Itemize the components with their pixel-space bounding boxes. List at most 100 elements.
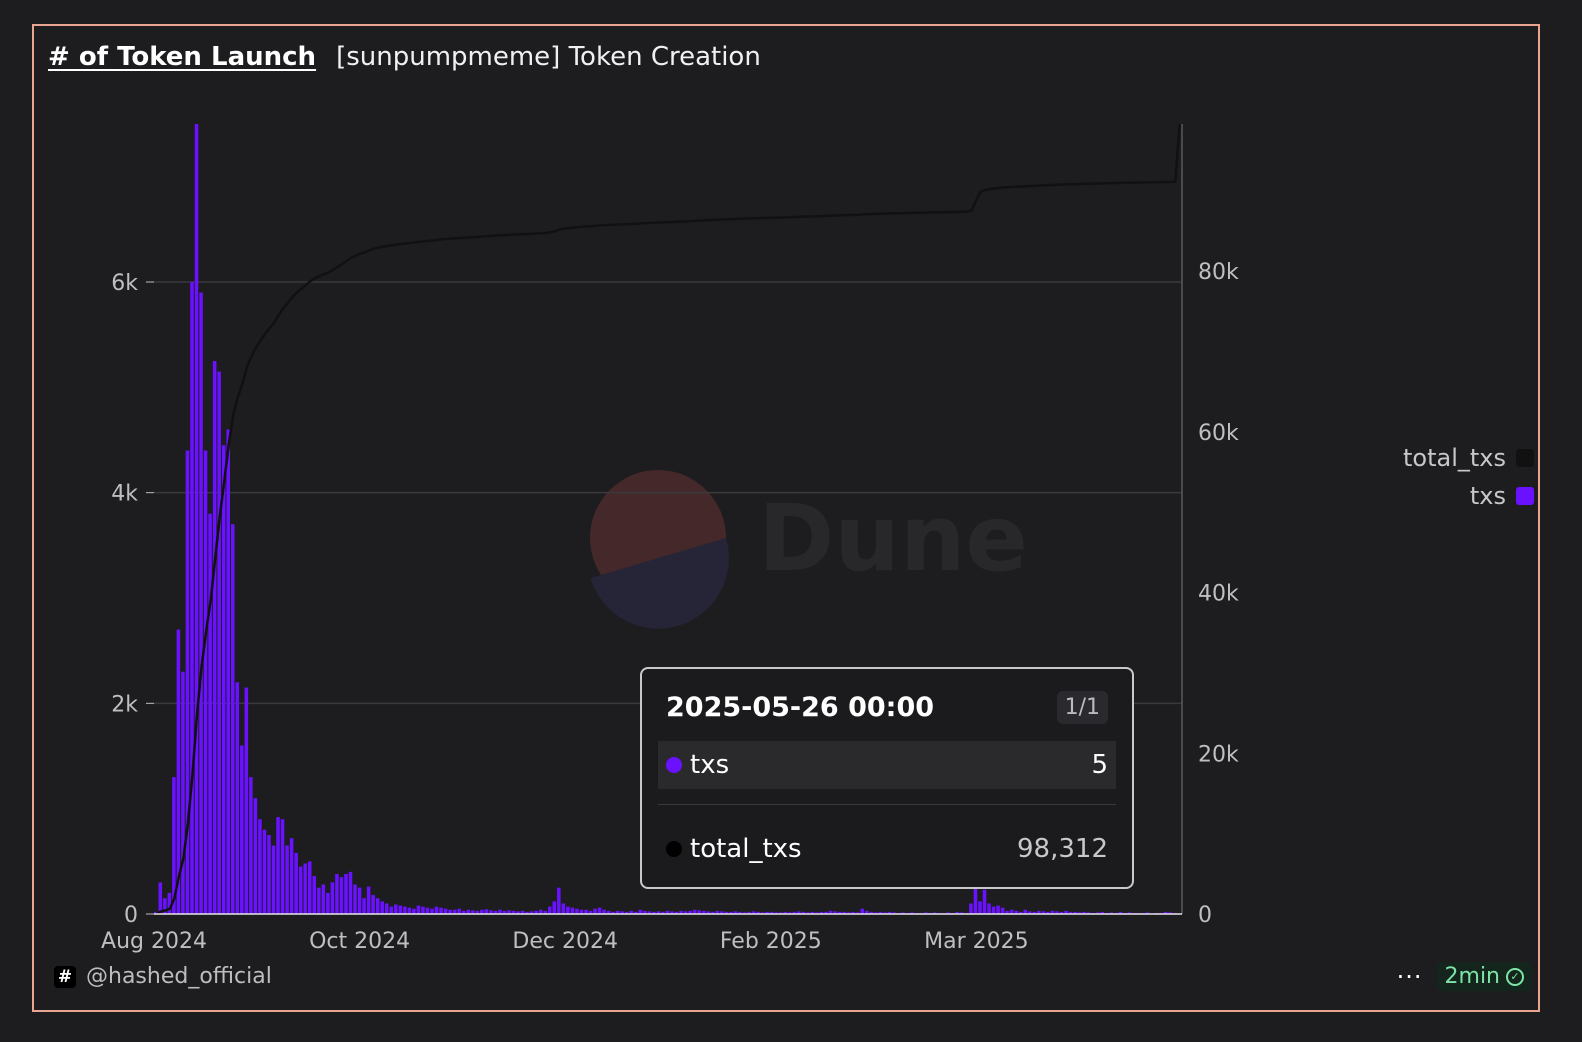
y-right-tick-label: 20k (1198, 742, 1239, 767)
txs-bar (240, 745, 244, 914)
txs-bar (561, 903, 566, 914)
txs-bar (181, 671, 185, 914)
verified-check-icon: ✓ (1506, 967, 1524, 986)
y-right-tick-label: 80k (1198, 260, 1239, 285)
txs-bar (973, 887, 978, 914)
tooltip-value-txs: 5 (1091, 750, 1108, 780)
txs-bar (221, 445, 226, 914)
x-tick-label: Mar 2025 (924, 929, 1029, 954)
txs-bar (353, 884, 357, 914)
txs-bar (212, 361, 217, 914)
txs-bar (430, 908, 434, 914)
y-right-tick-label: 0 (1198, 903, 1212, 928)
txs-bar (969, 903, 973, 914)
txs-bar (289, 838, 294, 914)
txs-bar (312, 876, 317, 914)
txs-bar (317, 887, 321, 914)
txs-bar (371, 895, 375, 914)
y-left-tick-label: 0 (124, 903, 138, 928)
txs-bar (384, 903, 389, 914)
txs-bar (394, 904, 398, 914)
chart-legend: total_txs txs (1403, 444, 1534, 510)
txs-bar (407, 907, 412, 914)
y-right-tick-label: 60k (1198, 421, 1239, 446)
y-left-tick-label: 4k (111, 482, 138, 507)
txs-bar (344, 873, 348, 914)
freshness-badge[interactable]: 2min ✓ (1436, 962, 1532, 991)
txs-bar (271, 845, 276, 914)
y-axis-right: 0 20k 40k 60k 80k (1198, 260, 1239, 928)
txs-bar (226, 429, 230, 914)
legend-swatch-total-txs (1516, 449, 1534, 467)
more-options-button[interactable]: ··· (1397, 963, 1423, 991)
txs-bar (570, 907, 575, 914)
txs-bar (439, 907, 443, 914)
txs-bar (421, 906, 425, 914)
chart-footer-actions: ··· 2min ✓ (1397, 962, 1532, 991)
y-left-tick-label: 2k (111, 692, 138, 717)
txs-bar (996, 905, 1000, 914)
grid-lines (154, 281, 1182, 705)
txs-bar (412, 908, 416, 914)
txs-bar (557, 887, 561, 914)
txs-bar (294, 852, 298, 914)
txs-bar (597, 907, 602, 914)
txs-bar (425, 907, 430, 914)
txs-bar (978, 901, 982, 914)
txs-bar (285, 845, 289, 914)
txs-bar (330, 882, 335, 914)
dune-watermark-text: Dune (758, 485, 1028, 592)
txs-bar (303, 863, 307, 914)
dune-watermark: Dune (590, 470, 1028, 629)
txs-bar (217, 371, 221, 914)
tooltip-row-txs: txs 5 (658, 741, 1116, 789)
txs-bar (339, 877, 344, 914)
txs-bar (335, 873, 339, 914)
txs-bar (362, 898, 366, 914)
tooltip-row-total-txs: total_txs 98,312 (658, 825, 1116, 873)
txs-bar (249, 777, 253, 914)
txs-bar (375, 898, 380, 914)
tooltip-divider (658, 804, 1116, 805)
txs-bar (298, 866, 303, 914)
author-info[interactable]: # @hashed_official (54, 964, 272, 989)
tooltip-label-total-txs: total_txs (690, 834, 802, 864)
x-tick-label: Dec 2024 (512, 929, 618, 954)
txs-bar (167, 892, 172, 914)
legend-swatch-txs (1516, 487, 1534, 505)
txs-bar (258, 819, 262, 914)
txs-bar (267, 835, 271, 914)
tooltip-date: 2025-05-26 00:00 (666, 692, 935, 723)
txs-bar (403, 906, 407, 914)
txs-bar (593, 908, 597, 914)
txs-dot-icon (666, 757, 682, 773)
legend-item-total-txs[interactable]: total_txs (1403, 444, 1534, 472)
txs-bar (443, 908, 448, 914)
txs-bar (575, 908, 579, 914)
txs-bar (194, 124, 199, 914)
txs-bar (276, 817, 280, 914)
txs-bar (366, 886, 371, 914)
tooltip-page-indicator: 1/1 (1056, 691, 1108, 724)
txs-bar (326, 892, 330, 914)
y-axis-left: 0 2k 4k 6k (111, 271, 154, 928)
txs-bar (380, 901, 384, 914)
txs-bar (860, 908, 864, 914)
txs-bar (416, 905, 421, 914)
txs-bar (307, 861, 312, 914)
y-left-tick-label: 6k (111, 271, 138, 296)
author-avatar-icon: # (54, 965, 76, 988)
legend-label-txs: txs (1469, 482, 1506, 510)
total-txs-dot-icon (666, 841, 682, 857)
legend-item-txs[interactable]: txs (1470, 482, 1534, 510)
tooltip-value-total-txs: 98,312 (1017, 834, 1108, 864)
txs-bar (244, 687, 249, 914)
txs-bar (190, 282, 194, 914)
txs-bar (348, 871, 353, 914)
txs-bar (230, 524, 235, 914)
tooltip-label-txs: txs (690, 750, 730, 780)
txs-bar (398, 905, 403, 914)
txs-bar (982, 889, 987, 914)
txs-bar (208, 513, 212, 914)
txs-bar (203, 450, 208, 914)
